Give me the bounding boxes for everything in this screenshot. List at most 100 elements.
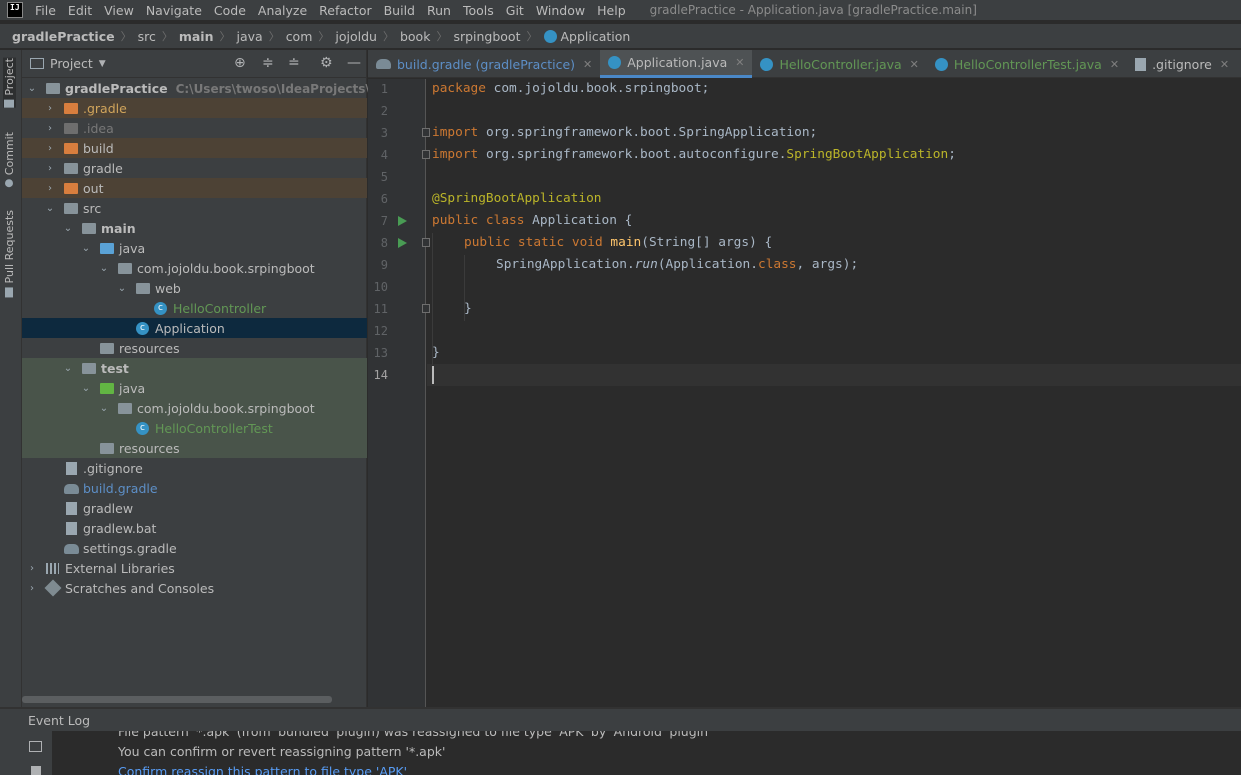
- tree-item-main-resources[interactable]: resources: [22, 338, 367, 358]
- menu-navigate[interactable]: Navigate: [146, 3, 202, 18]
- menu-window[interactable]: Window: [536, 3, 585, 18]
- confirm-reassign-link[interactable]: Confirm reassign this pattern to file ty…: [118, 764, 407, 775]
- fold-icon[interactable]: [422, 304, 430, 313]
- close-icon[interactable]: ✕: [1220, 58, 1229, 71]
- close-icon[interactable]: ✕: [1110, 58, 1119, 71]
- fold-icon[interactable]: [422, 128, 430, 137]
- horizontal-scrollbar[interactable]: [22, 696, 332, 703]
- tab-hellocontroller-java[interactable]: HelloController.java ✕: [752, 50, 926, 78]
- tree-item-settings-gradle[interactable]: settings.gradle: [22, 538, 367, 558]
- tree-item-application[interactable]: c Application: [22, 318, 367, 338]
- close-icon[interactable]: ✕: [910, 58, 919, 71]
- expanded-arrow-icon[interactable]: ⌄: [45, 203, 55, 214]
- menu-analyze[interactable]: Analyze: [258, 3, 307, 18]
- chevron-down-icon[interactable]: ▼: [99, 59, 106, 69]
- close-icon[interactable]: ✕: [583, 58, 592, 71]
- tree-item-main-package[interactable]: ⌄ com.jojoldu.book.srpingboot: [22, 258, 367, 278]
- fold-icon[interactable]: [422, 238, 430, 247]
- collapsed-arrow-icon[interactable]: ›: [27, 583, 37, 594]
- breadcrumb-item-application[interactable]: Application: [561, 29, 631, 44]
- locate-icon[interactable]: ⊕: [234, 55, 246, 71]
- code-editor[interactable]: 1 2 3 4 5 6 7 8 9 10 11 12 13 14 package…: [368, 79, 1241, 707]
- menu-git[interactable]: Git: [506, 3, 524, 18]
- tab-application-java[interactable]: Application.java ✕: [600, 50, 753, 78]
- mark-all-read-icon[interactable]: [29, 741, 42, 752]
- menu-file[interactable]: File: [35, 3, 56, 18]
- collapsed-arrow-icon[interactable]: ›: [27, 563, 37, 574]
- tree-item-gradlepractice[interactable]: ⌄ gradlePractice C:\Users\twoso\IdeaProje…: [22, 78, 422, 98]
- breadcrumb-item-com[interactable]: com: [286, 29, 313, 44]
- close-icon[interactable]: ✕: [735, 56, 744, 69]
- expanded-arrow-icon[interactable]: ⌄: [27, 83, 37, 94]
- tree-item-src[interactable]: ⌄ src: [22, 198, 367, 218]
- expanded-arrow-icon[interactable]: ⌄: [99, 263, 109, 274]
- stripe-tab-pull-requests[interactable]: Pull Requests: [3, 210, 16, 298]
- tree-item-test-package[interactable]: ⌄ com.jojoldu.book.srpingboot: [22, 398, 367, 418]
- tree-item-main[interactable]: ⌄ main: [22, 218, 367, 238]
- tree-item-build-gradle[interactable]: build.gradle: [22, 478, 367, 498]
- collapsed-arrow-icon[interactable]: ›: [45, 103, 55, 114]
- collapsed-arrow-icon[interactable]: ›: [45, 183, 55, 194]
- project-view-selector[interactable]: Project: [50, 56, 93, 71]
- tree-item-gradlew-bat[interactable]: gradlew.bat: [22, 518, 367, 538]
- tree-item-label: .gitignore: [83, 460, 143, 476]
- tree-item-label: HelloControllerTest: [155, 420, 273, 436]
- tree-item-hellocontroller[interactable]: c HelloController: [22, 298, 367, 318]
- breadcrumb-item-src[interactable]: src: [138, 29, 156, 44]
- tree-item-hellocontrollertest[interactable]: c HelloControllerTest: [22, 418, 367, 438]
- breadcrumb-item-jojoldu[interactable]: jojoldu: [335, 29, 377, 44]
- tree-item-test[interactable]: ⌄ test: [22, 358, 367, 378]
- breadcrumb-item-main[interactable]: main: [179, 29, 214, 44]
- tree-item-scratches[interactable]: › Scratches and Consoles: [22, 578, 367, 598]
- tree-item-gradlew[interactable]: gradlew: [22, 498, 367, 518]
- tree-item-dot-idea[interactable]: › .idea: [22, 118, 367, 138]
- tree-item-main-java[interactable]: ⌄ java: [22, 238, 367, 258]
- breadcrumb-item-srpingboot[interactable]: srpingboot: [453, 29, 520, 44]
- tree-item-gitignore[interactable]: .gitignore: [22, 458, 367, 478]
- run-gutter-icon[interactable]: [398, 238, 407, 248]
- tab-hellocontrollertest-java[interactable]: HelloControllerTest.java ✕: [927, 50, 1127, 78]
- menu-build[interactable]: Build: [384, 3, 415, 18]
- breadcrumb-item-project[interactable]: gradlePractice: [12, 29, 115, 44]
- tree-item-test-java[interactable]: ⌄ java: [22, 378, 367, 398]
- tree-item-dot-gradle[interactable]: › .gradle: [22, 98, 367, 118]
- text-caret: [432, 366, 434, 384]
- collapse-all-icon[interactable]: ≐: [288, 55, 300, 71]
- menu-run[interactable]: Run: [427, 3, 451, 18]
- tree-item-external-libraries[interactable]: › External Libraries: [22, 558, 367, 578]
- menu-edit[interactable]: Edit: [68, 3, 92, 18]
- stripe-tab-project[interactable]: Project: [3, 58, 16, 108]
- tree-item-gradle[interactable]: › gradle: [22, 158, 367, 178]
- tree-item-test-resources[interactable]: resources: [22, 438, 367, 458]
- expand-all-icon[interactable]: ≑: [262, 55, 274, 71]
- breadcrumb-item-book[interactable]: book: [400, 29, 430, 44]
- fold-icon[interactable]: [422, 150, 430, 159]
- stripe-tab-commit[interactable]: Commit: [3, 132, 16, 188]
- collapsed-arrow-icon[interactable]: ›: [45, 163, 55, 174]
- tree-item-web[interactable]: ⌄ web: [22, 278, 367, 298]
- expanded-arrow-icon[interactable]: ⌄: [117, 283, 127, 294]
- tab-build-gradle[interactable]: build.gradle (gradlePractice) ✕: [368, 50, 600, 78]
- menu-help[interactable]: Help: [597, 3, 626, 18]
- menu-tools[interactable]: Tools: [463, 3, 494, 18]
- tree-item-build[interactable]: › build: [22, 138, 367, 158]
- expanded-arrow-icon[interactable]: ⌄: [99, 403, 109, 414]
- tree-item-out[interactable]: › out: [22, 178, 367, 198]
- run-gutter-icon[interactable]: [398, 216, 407, 226]
- expanded-arrow-icon[interactable]: ⌄: [81, 243, 91, 254]
- menu-code[interactable]: Code: [214, 3, 246, 18]
- expanded-arrow-icon[interactable]: ⌄: [63, 223, 73, 234]
- tab-gitignore[interactable]: .gitignore ✕: [1127, 50, 1237, 78]
- collapsed-arrow-icon[interactable]: ›: [45, 123, 55, 134]
- expanded-arrow-icon[interactable]: ⌄: [63, 363, 73, 374]
- gear-icon[interactable]: ⚙: [320, 55, 333, 71]
- hide-panel-icon[interactable]: —: [347, 55, 361, 71]
- menu-refactor[interactable]: Refactor: [319, 3, 371, 18]
- trash-icon[interactable]: [31, 766, 41, 775]
- expanded-arrow-icon[interactable]: ⌄: [81, 383, 91, 394]
- tree-item-label: build.gradle: [83, 480, 158, 496]
- menu-view[interactable]: View: [104, 3, 134, 18]
- collapsed-arrow-icon[interactable]: ›: [45, 143, 55, 154]
- breadcrumb-item-java[interactable]: java: [236, 29, 262, 44]
- menu-bar: IJ File Edit View Navigate Code Analyze …: [0, 0, 1241, 20]
